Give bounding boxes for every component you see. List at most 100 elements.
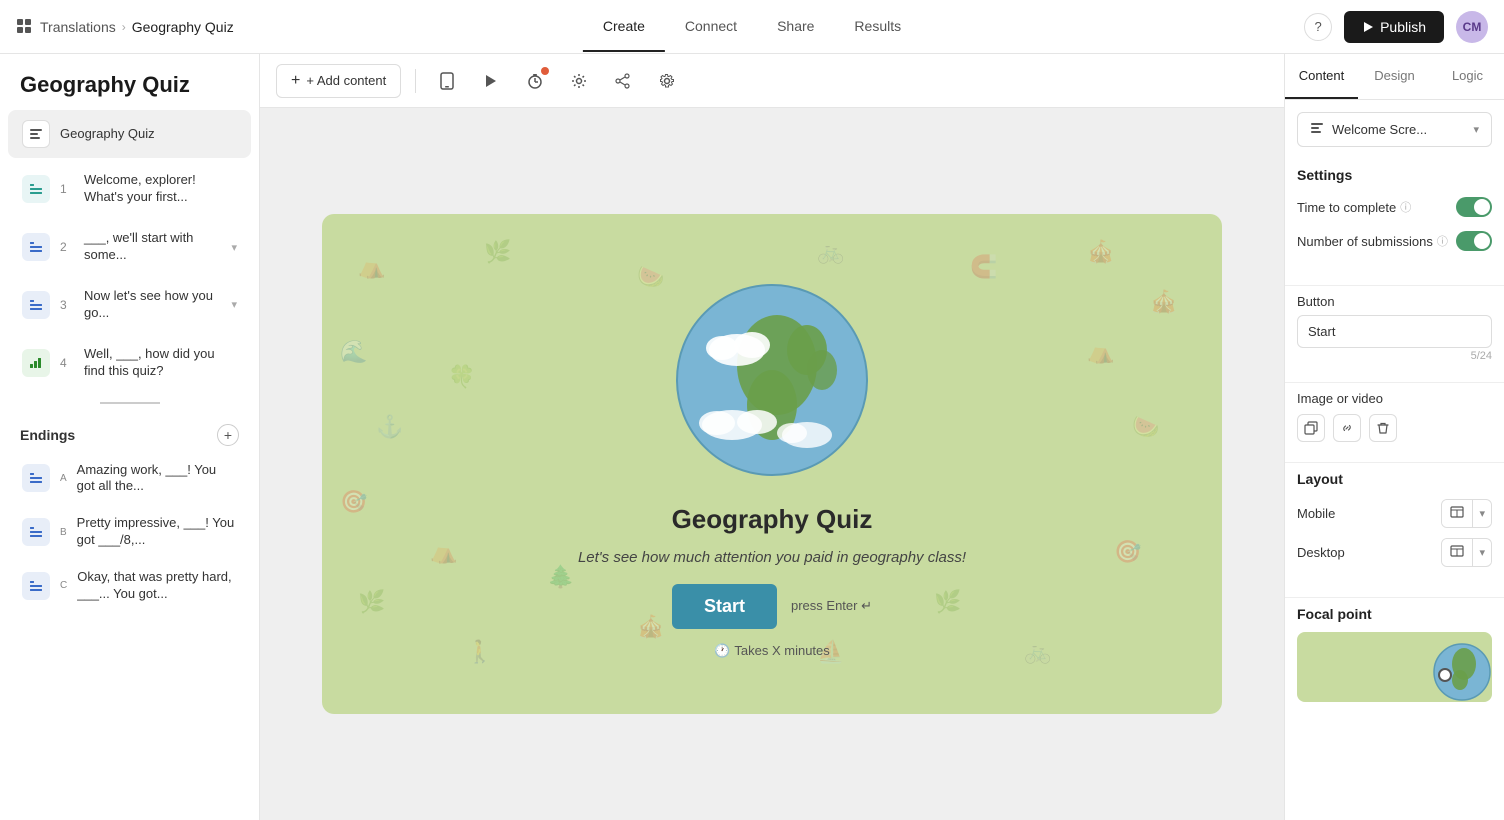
ending-b-badge [22, 518, 50, 546]
q2-icon [22, 233, 50, 261]
tab-content[interactable]: Content [1285, 54, 1358, 99]
endings-label: Endings [20, 427, 75, 443]
focal-globe [1412, 632, 1492, 702]
add-ending-button[interactable]: + [217, 424, 239, 446]
timer-button[interactable] [518, 64, 552, 98]
canvas-toolbar: + + Add content [260, 54, 1284, 108]
sidebar-item-q1[interactable]: 1 Welcome, explorer! What's your first..… [8, 162, 251, 216]
focal-dot[interactable] [1438, 668, 1452, 682]
add-content-label: + Add content [306, 73, 386, 88]
delete-image-button[interactable] [1369, 414, 1397, 442]
share-tool-button[interactable] [606, 64, 640, 98]
start-button[interactable]: Start [672, 584, 777, 629]
breadcrumb-parent[interactable]: Translations [40, 19, 116, 35]
button-input[interactable] [1297, 315, 1492, 348]
sidebar-item-q3[interactable]: 3 Now let's see how you go... ▾ [8, 278, 251, 332]
help-button[interactable]: ? [1304, 13, 1332, 41]
nav-right: ? Publish CM [1304, 11, 1488, 43]
time-complete-label: Time to complete ⓘ [1297, 199, 1411, 215]
ending-a-letter: A [60, 473, 67, 484]
section-divider-2 [1285, 382, 1504, 383]
toolbar-separator [415, 69, 416, 93]
desktop-label: Desktop [1297, 545, 1345, 560]
ending-a[interactable]: A Amazing work, ___! You got all the... [8, 454, 251, 504]
mobile-preview-button[interactable] [430, 64, 464, 98]
copy-image-button[interactable] [1297, 414, 1325, 442]
mobile-layout-select[interactable]: ▾ [1441, 499, 1492, 528]
publish-button[interactable]: Publish [1344, 11, 1444, 43]
tab-connect[interactable]: Connect [665, 2, 757, 52]
sidebar-item-welcome[interactable]: Geography Quiz [8, 110, 251, 158]
time-text: Takes X minutes [734, 643, 829, 658]
quiz-title: Geography Quiz [672, 504, 873, 535]
q3-icon [22, 291, 50, 319]
avatar[interactable]: CM [1456, 11, 1488, 43]
enter-hint: press Enter ↵ [791, 598, 872, 614]
ending-c[interactable]: C Okay, that was pretty hard, ___... You… [8, 561, 251, 611]
tab-share[interactable]: Share [757, 2, 834, 52]
time-info: 🕐 Takes X minutes [714, 643, 830, 659]
sidebar-divider [100, 402, 160, 404]
image-section: Image or video [1285, 391, 1504, 454]
welcome-icon [22, 120, 50, 148]
link-image-button[interactable] [1333, 414, 1361, 442]
clock-icon: 🕐 [714, 643, 730, 659]
desktop-dropdown-arrow[interactable]: ▾ [1473, 541, 1491, 564]
sidebar-header: Geography Quiz [0, 54, 259, 108]
submissions-info-icon[interactable]: ⓘ [1437, 233, 1448, 249]
canvas-area: + + Add content [260, 54, 1284, 820]
tab-results[interactable]: Results [834, 2, 921, 52]
breadcrumb: Translations › Geography Quiz [16, 18, 234, 36]
app-icon [16, 18, 34, 36]
desktop-layout-select[interactable]: ▾ [1441, 538, 1492, 567]
settings-section: Settings Time to complete ⓘ Number of su… [1285, 159, 1504, 277]
nav-tabs: Create Create Connect Share Results [583, 2, 921, 52]
focal-label: Focal point [1297, 606, 1492, 622]
section-divider-4 [1285, 597, 1504, 598]
left-sidebar: Geography Quiz Geography Quiz [0, 54, 260, 820]
layout-section: Layout Mobile ▾ Desktop [1285, 471, 1504, 589]
image-label: Image or video [1297, 391, 1492, 406]
time-complete-toggle[interactable] [1456, 197, 1492, 217]
welcome-label: Geography Quiz [60, 126, 237, 143]
desktop-row: Desktop ▾ [1297, 538, 1492, 567]
section-divider-3 [1285, 462, 1504, 463]
sidebar-item-q4[interactable]: 4 Well, ___, how did you find this quiz? [8, 336, 251, 390]
right-panel-tabs: Content Design Logic [1285, 54, 1504, 100]
breadcrumb-current: Geography Quiz [132, 19, 234, 35]
section-divider-1 [1285, 285, 1504, 286]
ending-b-letter: B [60, 527, 67, 538]
mobile-layout-icon [1442, 500, 1473, 527]
time-info-icon[interactable]: ⓘ [1400, 199, 1411, 215]
sidebar-title: Geography Quiz [20, 72, 239, 98]
num-submissions-row: Number of submissions ⓘ [1297, 231, 1492, 251]
mobile-label: Mobile [1297, 506, 1335, 521]
top-nav: Translations › Geography Quiz Create Cre… [0, 0, 1504, 54]
tab-create-active[interactable]: Create [583, 2, 665, 52]
time-complete-row: Time to complete ⓘ [1297, 197, 1492, 217]
settings-tool-button[interactable] [562, 64, 596, 98]
layout-label: Layout [1297, 471, 1492, 487]
mobile-dropdown-arrow[interactable]: ▾ [1473, 502, 1491, 525]
q4-text: Well, ___, how did you find this quiz? [84, 346, 237, 380]
play-button[interactable] [474, 64, 508, 98]
char-count: 5/24 [1297, 350, 1492, 362]
globe-graphic [662, 270, 882, 490]
welcome-screen-label: Welcome Scre... [1332, 122, 1465, 137]
gear-button[interactable] [650, 64, 684, 98]
add-content-button[interactable]: + + Add content [276, 64, 401, 98]
num-submissions-toggle[interactable] [1456, 231, 1492, 251]
plus-icon: + [291, 72, 300, 90]
welcome-screen-dropdown[interactable]: Welcome Scre... ▾ [1297, 112, 1492, 147]
ending-c-badge [22, 572, 50, 600]
focal-preview[interactable] [1297, 632, 1492, 702]
timer-badge [541, 67, 549, 75]
num-submissions-label: Number of submissions ⓘ [1297, 233, 1448, 249]
quiz-content: Geography Quiz Let's see how much attent… [558, 250, 986, 679]
sidebar-item-q2[interactable]: 2 ___, we'll start with some... ▾ [8, 220, 251, 274]
ending-a-text: Amazing work, ___! You got all the... [77, 462, 237, 496]
ending-b[interactable]: B Pretty impressive, ___! You got ___/8,… [8, 507, 251, 557]
q1-num: 1 [60, 182, 74, 196]
tab-logic[interactable]: Logic [1431, 54, 1504, 99]
tab-design[interactable]: Design [1358, 54, 1431, 99]
